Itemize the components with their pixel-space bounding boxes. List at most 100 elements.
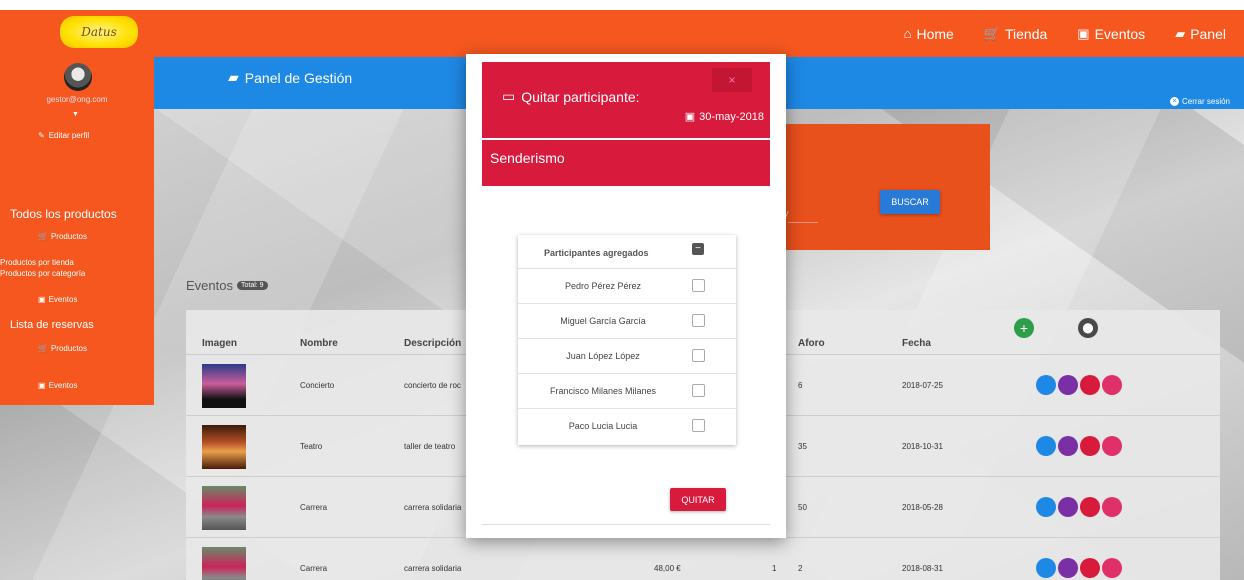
list-item: Pedro Pérez Pérez [518,269,736,304]
top-border [0,0,1244,10]
modal-date-text: 30-may-2018 [699,110,764,123]
participant-checkbox[interactable] [692,384,705,397]
list-item: Paco Lucia Lucia [518,409,736,444]
sidebar-item-label: Productos [50,232,87,241]
home-icon: ⌂ [903,26,912,41]
column-header-nombre: Nombre [300,338,338,349]
nav-eventos-link[interactable]: ▣ Eventos [1077,26,1145,42]
calendar-icon: ▣ [684,111,696,123]
cell-nombre: Carrera [300,503,328,512]
remove-user-icon[interactable] [1080,436,1100,456]
nav-tienda-link[interactable]: 🛒 Tienda [984,26,1047,42]
participants-header-label: Participantes agregados [544,248,649,258]
page-title: ▰ Panel de Gestión [228,69,352,86]
panel-title-text: Panel de Gestión [244,69,353,86]
cell-aforo: 50 [798,503,807,512]
cell-nombre: Carrera [300,564,328,573]
remove-user-icon[interactable] [1080,375,1100,395]
nav-links: ⌂ Home 🛒 Tienda ▣ Eventos ▰ Panel [904,10,1226,57]
pencil-icon: ✎ [38,131,45,140]
calendar-icon: ▣ [38,381,46,390]
row-actions [1036,558,1122,578]
cell-descripcion: concierto de roc [404,381,461,390]
event-image-teatro [202,425,246,469]
participant-checkbox[interactable] [692,419,705,432]
close-button[interactable]: × [712,68,752,92]
add-user-icon[interactable] [1058,436,1078,456]
calendar-icon: ▣ [38,295,46,304]
calendar-icon[interactable] [1102,558,1122,578]
modal-title: ▭ Quitar participante: [502,88,640,105]
add-user-icon[interactable] [1058,558,1078,578]
search-icon[interactable] [1036,497,1056,517]
sidebar-item-res-events[interactable]: ▣ Eventos [38,381,77,390]
sidebar-item-res-products[interactable]: 🛒 Productos [38,344,87,353]
cell-fecha: 2018-07-25 [902,381,943,390]
chevron-down-icon[interactable]: ▼ [72,111,79,118]
participant-checkbox[interactable] [692,279,705,292]
sidebar-item-events[interactable]: ▣ Eventos [38,295,77,304]
cart-icon: 🛒 [38,344,48,353]
row-actions [1036,375,1122,395]
avatar[interactable] [64,63,92,91]
column-header-descripcion: Descripción [404,338,462,349]
remove-button[interactable]: QUITAR [670,488,726,511]
remove-user-icon[interactable] [1080,497,1100,517]
participant-checkbox[interactable] [692,314,705,327]
remove-participant-modal: ▭ Quitar participante: ▣ 30-may-2018 × Sen… [466,54,786,538]
modal-footer-divider [482,524,770,525]
edit-profile-link[interactable]: ✎ Editar perfil [38,131,89,140]
nav-panel-link[interactable]: ▰ Panel [1175,26,1226,42]
cell-nombre: Teatro [300,442,323,451]
events-section-label: Eventos Total: 9 [186,278,268,293]
user-email: gestor@ong.com [46,95,108,104]
calendar-icon: ▣ [1077,25,1090,41]
cell-cantidad: 1 [772,564,777,573]
select-all-checkbox[interactable]: − [692,243,704,255]
sidebar-item-label: Eventos [48,295,78,304]
map-pin-button[interactable]: ⬤ [1078,318,1098,338]
folder-icon: ▭ [502,88,516,104]
cell-descripcion: carrera solidaria [404,503,462,512]
search-button[interactable]: BUSCAR [880,190,940,214]
sidebar-item-by-category[interactable]: Productos por categoría [0,269,85,278]
logout-label: Cerrar sesión [1181,97,1230,106]
participants-list-header: Participantes agregados − [518,235,736,269]
edit-profile-label: Editar perfil [48,131,90,140]
sidebar-item-products[interactable]: 🛒 Productos [38,232,87,241]
table-row[interactable]: Carrera carrera solidaria 48,00 € 1 2 20… [186,538,1220,580]
event-image-concierto [202,364,246,408]
calendar-icon[interactable] [1102,436,1122,456]
participant-name: Paco Lucia Lucia [568,421,638,431]
events-label-text: Eventos [186,278,233,293]
participants-list: Participantes agregados − Pedro Pérez Pé… [518,235,736,445]
datus-logo[interactable]: Datus [60,16,138,48]
calendar-icon[interactable] [1102,497,1122,517]
add-event-button[interactable]: + [1014,318,1034,338]
add-user-icon[interactable] [1058,375,1078,395]
participant-checkbox[interactable] [692,349,705,362]
list-item: Juan López López [518,339,736,374]
search-icon[interactable] [1036,558,1056,578]
cell-aforo: 35 [798,442,807,451]
participant-name: Pedro Pérez Pérez [564,281,642,291]
sidebar-item-label: Eventos [48,381,78,390]
logout-link[interactable]: × Cerrar sesión [1169,97,1230,106]
event-image-carrera [202,486,246,530]
search-input[interactable] [788,222,818,223]
add-user-icon[interactable] [1058,497,1078,517]
search-icon[interactable] [1036,375,1056,395]
cell-aforo: 6 [798,381,803,390]
row-actions [1036,436,1122,456]
search-icon[interactable] [1036,436,1056,456]
nav-tienda-label: Tienda [1005,25,1048,42]
cell-fecha: 2018-10-31 [902,442,943,451]
event-name: Senderismo [482,140,770,186]
remove-user-icon[interactable] [1080,558,1100,578]
cell-aforo: 2 [798,564,803,573]
nav-home-link[interactable]: ⌂ Home [904,26,954,42]
nav-panel-label: Panel [1190,25,1226,42]
sidebar-item-by-store[interactable]: Productos por tienda [0,258,74,267]
briefcase-icon: ▰ [228,69,239,85]
calendar-icon[interactable] [1102,375,1122,395]
